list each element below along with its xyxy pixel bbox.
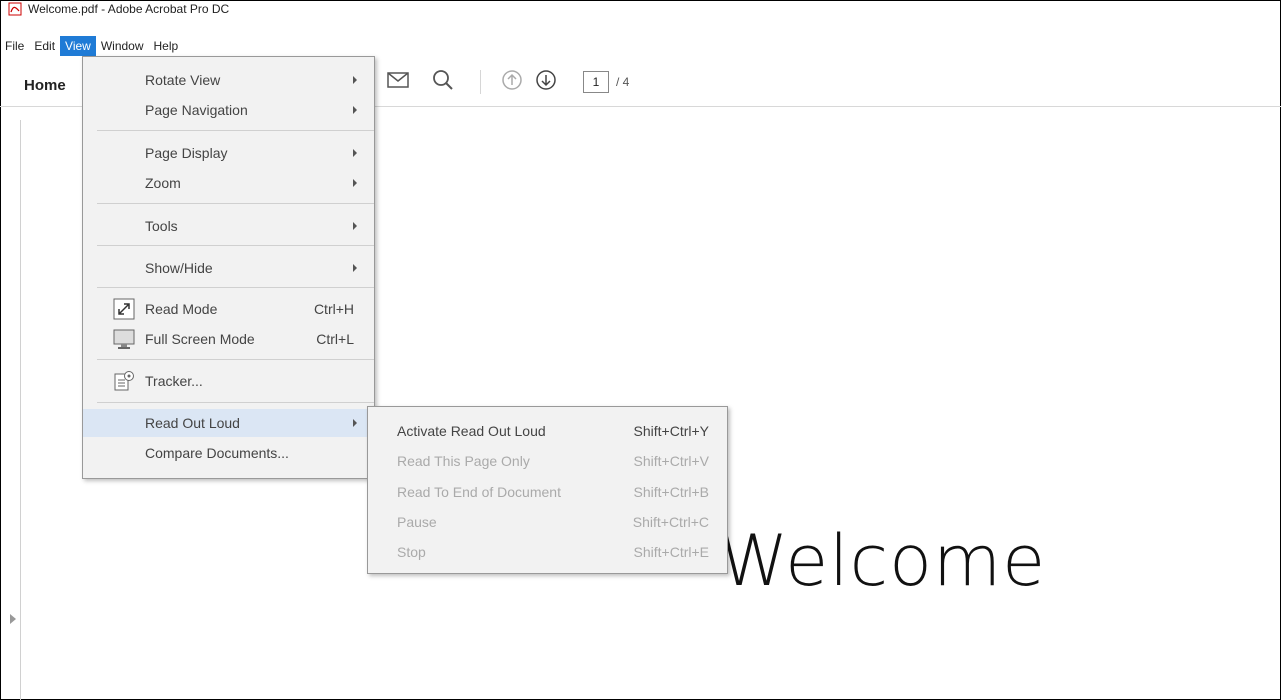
submenu-arrow-icon (353, 264, 357, 272)
submenu-arrow-icon (353, 419, 357, 427)
page-total: / 4 (616, 75, 630, 89)
menu-item-rotate-view[interactable]: Rotate View (83, 66, 374, 94)
menu-help[interactable]: Help (149, 36, 184, 56)
submenu-arrow-icon (353, 149, 357, 157)
menu-item-page-display[interactable]: Page Display (83, 139, 374, 167)
submenu-arrow-icon (353, 76, 357, 84)
menu-item-full-screen-mode[interactable]: Full Screen Mode Ctrl+L (83, 325, 374, 353)
mail-icon[interactable] (385, 67, 411, 93)
menu-item-pause: Pause Shift+Ctrl+C (397, 514, 709, 530)
menu-separator (97, 245, 374, 246)
menu-item-read-mode[interactable]: Read Mode Ctrl+H (83, 295, 374, 323)
next-page-icon[interactable] (533, 67, 559, 93)
window-title: Welcome.pdf - Adobe Acrobat Pro DC (28, 2, 230, 16)
menu-item-show-hide[interactable]: Show/Hide (83, 254, 374, 282)
title-bar: Welcome.pdf - Adobe Acrobat Pro DC (8, 0, 229, 18)
pdf-file-icon (8, 2, 22, 16)
submenu-arrow-icon (353, 106, 357, 114)
toolbar-separator (480, 70, 481, 94)
menu-separator (97, 130, 374, 131)
previous-page-icon[interactable] (499, 67, 525, 93)
menu-edit[interactable]: Edit (29, 36, 60, 56)
menu-item-tracker[interactable]: Tracker... (83, 367, 374, 395)
read-out-loud-submenu: Activate Read Out Loud Shift+Ctrl+Y Read… (367, 406, 728, 574)
read-mode-icon (113, 298, 135, 320)
menu-separator (97, 359, 374, 360)
page-number-input[interactable]: 1 (583, 71, 609, 93)
menu-item-zoom[interactable]: Zoom (83, 169, 374, 197)
view-menu: Rotate View Page Navigation Page Display… (82, 56, 375, 479)
submenu-arrow-icon (353, 179, 357, 187)
menu-separator (97, 203, 374, 204)
menu-item-read-out-loud[interactable]: Read Out Loud (83, 409, 374, 437)
menu-file[interactable]: File (0, 36, 29, 56)
menu-item-tools[interactable]: Tools (83, 212, 374, 240)
tracker-icon (113, 370, 135, 392)
menu-view[interactable]: View (60, 36, 96, 56)
menu-item-activate-read-out-loud[interactable]: Activate Read Out Loud Shift+Ctrl+Y (368, 417, 727, 445)
menu-item-read-to-end: Read To End of Document Shift+Ctrl+B (397, 484, 709, 500)
menu-item-compare-documents[interactable]: Compare Documents... (83, 439, 374, 467)
side-panel-toggle-icon[interactable] (10, 614, 16, 624)
submenu-arrow-icon (353, 222, 357, 230)
menu-item-read-this-page-only: Read This Page Only Shift+Ctrl+V (397, 453, 709, 469)
full-screen-icon (113, 328, 135, 350)
document-heading: Welcome (719, 520, 1047, 602)
menu-item-stop: Stop Shift+Ctrl+E (397, 544, 709, 560)
menu-separator (97, 287, 374, 288)
menu-item-page-navigation[interactable]: Page Navigation (83, 96, 374, 124)
menu-window[interactable]: Window (96, 36, 149, 56)
menu-separator (97, 402, 374, 403)
menu-bar: File Edit View Window Help (0, 36, 183, 56)
home-tab[interactable]: Home (24, 77, 66, 94)
search-icon[interactable] (430, 67, 456, 93)
